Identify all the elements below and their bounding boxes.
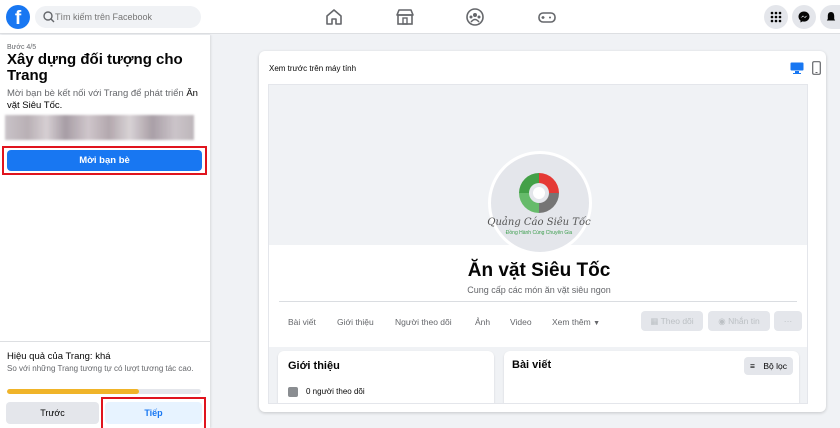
- bell-icon: [826, 12, 836, 21]
- more-options-button[interactable]: ···: [774, 311, 802, 331]
- progress-fill: [7, 389, 139, 394]
- next-highlight-box: Tiếp: [101, 397, 206, 428]
- setup-sidebar: Bước 4/5 Xây dựng đối tượng cho Trang Mờ…: [0, 35, 210, 428]
- follow-button[interactable]: ▦ Theo dõi: [641, 311, 703, 331]
- page-preview: Quảng Cáo Siêu Tốc Đồng Hành Cùng Chuyên…: [268, 84, 808, 404]
- search-input[interactable]: [55, 6, 195, 28]
- search-box[interactable]: [35, 6, 201, 28]
- posts-card: Bài viết ≡ Bộ lọc: [504, 351, 799, 403]
- previous-button[interactable]: Trước: [6, 402, 99, 424]
- messenger-button[interactable]: [792, 5, 816, 29]
- followers-count: 0 người theo dõi: [306, 387, 365, 396]
- tab-more-label: Xem thêm: [552, 317, 591, 327]
- message-button-label: Nhắn tin: [728, 315, 760, 326]
- performance-description: So với những Trang tương tự có lượt tươn…: [7, 364, 194, 373]
- page-description: Cung cấp các món ăn vặt siêu ngon: [467, 285, 611, 295]
- search-icon: [43, 11, 55, 23]
- sidebar-description: Mời bạn bè kết nối với Trang để phát tri…: [7, 88, 203, 112]
- step-indicator: Bước 4/5: [7, 44, 37, 51]
- messenger-icon: ◉: [718, 315, 726, 326]
- marketplace-icon[interactable]: [395, 7, 415, 27]
- followers-icon: [288, 387, 298, 397]
- tab-followers[interactable]: Người theo dõi: [395, 317, 452, 327]
- tab-videos[interactable]: Video: [510, 317, 532, 327]
- page-name: Ăn vặt Siêu Tốc: [467, 260, 611, 281]
- page-performance-panel: Hiệu quả của Trang: khá So với những Tra…: [0, 341, 210, 428]
- desktop-preview-card: Xem trước trên máy tính Quảng Cáo Siêu T…: [259, 51, 826, 412]
- performance-progress-bar: [7, 389, 201, 394]
- header-divider: [279, 301, 797, 302]
- filter-label: Bộ lọc: [763, 361, 787, 371]
- sidebar-title: Xây dựng đối tượng cho Trang: [7, 51, 183, 84]
- gaming-icon[interactable]: [537, 7, 557, 27]
- preview-label: Xem trước trên máy tính: [269, 64, 357, 73]
- intro-title: Giới thiệu: [288, 360, 340, 372]
- invite-highlight-box: Mời bạn bè: [2, 146, 207, 175]
- avatar-brand-subtext: Đồng Hành Cùng Chuyên Gia: [505, 230, 573, 236]
- posts-title: Bài viết: [512, 359, 552, 371]
- tab-about[interactable]: Giới thiệu: [337, 317, 374, 327]
- follow-button-label: Theo dõi: [660, 315, 694, 326]
- facebook-logo[interactable]: f: [6, 5, 30, 29]
- lock-icon: ▦: [650, 315, 659, 326]
- chevron-down-icon: ▼: [593, 320, 601, 327]
- avatar-brand-text: Quảng Cáo Siêu Tốc: [487, 217, 591, 228]
- tab-photos[interactable]: Ảnh: [475, 317, 490, 327]
- menu-button[interactable]: [764, 5, 788, 29]
- grid-menu-icon: [770, 11, 782, 23]
- filter-button[interactable]: ≡ Bộ lọc: [744, 357, 793, 375]
- intro-card: Giới thiệu 0 người theo dõi: [278, 351, 494, 403]
- messenger-icon: [798, 11, 810, 23]
- message-button[interactable]: ◉ Nhắn tin: [708, 311, 770, 331]
- mobile-icon[interactable]: [812, 61, 821, 75]
- invite-friends-button[interactable]: Mời bạn bè: [7, 150, 202, 171]
- next-button[interactable]: Tiếp: [105, 402, 202, 424]
- friends-avatars-blurred: [5, 115, 194, 140]
- brand-logo-icon: [519, 173, 559, 213]
- filter-icon: ≡: [750, 361, 755, 371]
- performance-title: Hiệu quả của Trang: khá: [7, 351, 111, 362]
- top-navigation-bar: f: [0, 0, 840, 34]
- groups-icon[interactable]: [465, 7, 485, 27]
- tab-more[interactable]: Xem thêm ▼: [552, 317, 600, 327]
- description-text: Mời bạn bè kết nối với Trang để phát tri…: [7, 88, 184, 99]
- home-icon[interactable]: [324, 7, 344, 27]
- desktop-icon[interactable]: [790, 62, 804, 74]
- notifications-button[interactable]: [820, 5, 840, 29]
- tab-posts[interactable]: Bài viết: [288, 317, 316, 327]
